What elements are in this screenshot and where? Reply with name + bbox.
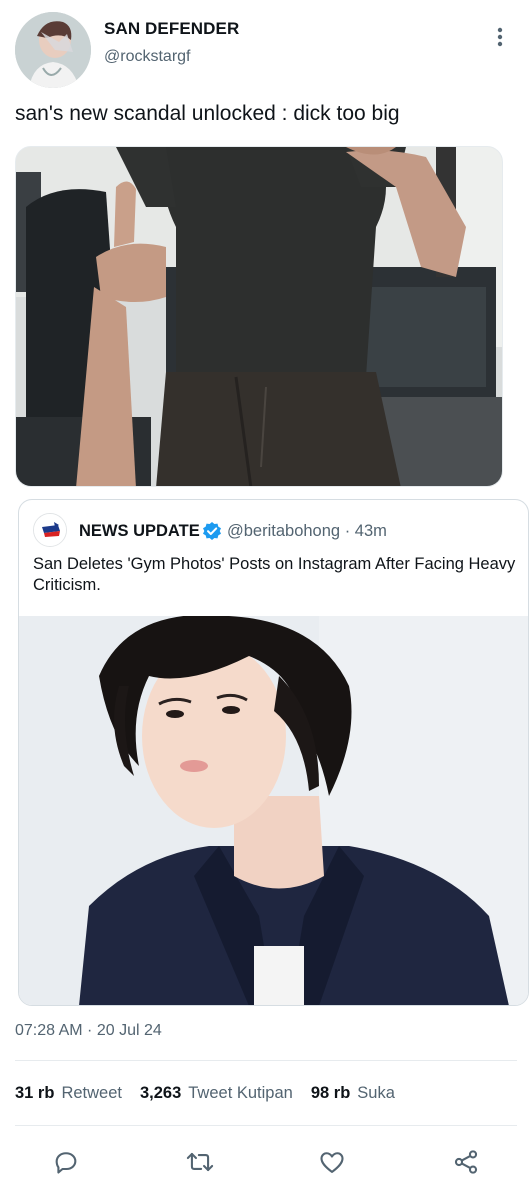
stat-quote-tweets-label: Tweet Kutipan xyxy=(188,1084,293,1102)
quote-handle-time: @beritabohong · 43m xyxy=(227,522,387,541)
heart-icon[interactable] xyxy=(314,1144,350,1180)
retweet-icon[interactable] xyxy=(182,1144,218,1180)
stat-likes[interactable]: 98 rb Suka xyxy=(311,1084,395,1103)
quote-author-avatar[interactable] xyxy=(33,513,67,547)
quote-time: 43m xyxy=(354,522,387,540)
divider xyxy=(15,1060,517,1061)
tweet-text: san's new scandal unlocked : dick too bi… xyxy=(15,102,400,125)
action-bar xyxy=(0,1140,532,1184)
tweet-media-photo[interactable] xyxy=(15,146,503,487)
author-avatar[interactable] xyxy=(15,12,91,88)
stat-quote-tweets-value: 3,263 xyxy=(139,1084,182,1102)
divider xyxy=(15,1125,517,1126)
author-handle[interactable]: @rockstargf xyxy=(104,48,190,66)
quote-text: San Deletes 'Gym Photos' Posts on Instag… xyxy=(33,555,516,594)
reply-icon[interactable] xyxy=(48,1144,84,1180)
quote-media-photo[interactable] xyxy=(19,616,528,1005)
more-icon[interactable] xyxy=(488,22,512,52)
verified-badge-icon xyxy=(202,521,222,541)
quote-separator: · xyxy=(344,522,351,540)
stat-retweets[interactable]: 31 rb Retweet xyxy=(15,1084,122,1103)
stat-quote-tweets[interactable]: 3,263 Tweet Kutipan xyxy=(140,1084,293,1103)
stat-retweets-label: Retweet xyxy=(61,1084,122,1102)
author-display-name[interactable]: SAN DEFENDER xyxy=(104,19,239,39)
stat-likes-label: Suka xyxy=(357,1084,395,1102)
stat-retweets-value: 31 rb xyxy=(15,1084,55,1102)
quote-author-name[interactable]: NEWS UPDATE xyxy=(79,522,200,541)
engagement-stats: 31 rb Retweet 3,263 Tweet Kutipan 98 rb … xyxy=(15,1084,413,1103)
quote-author-handle[interactable]: @beritabohong xyxy=(227,522,340,540)
tweet-header: SAN DEFENDER @rockstargf xyxy=(0,0,532,95)
quoted-tweet[interactable]: NEWS UPDATE @beritabohong · 43m San Dele… xyxy=(18,499,529,1006)
stat-likes-value: 98 rb xyxy=(310,1084,351,1102)
tweet-timestamp[interactable]: 07:28 AM · 20 Jul 24 xyxy=(15,1022,162,1040)
share-icon[interactable] xyxy=(448,1144,484,1180)
